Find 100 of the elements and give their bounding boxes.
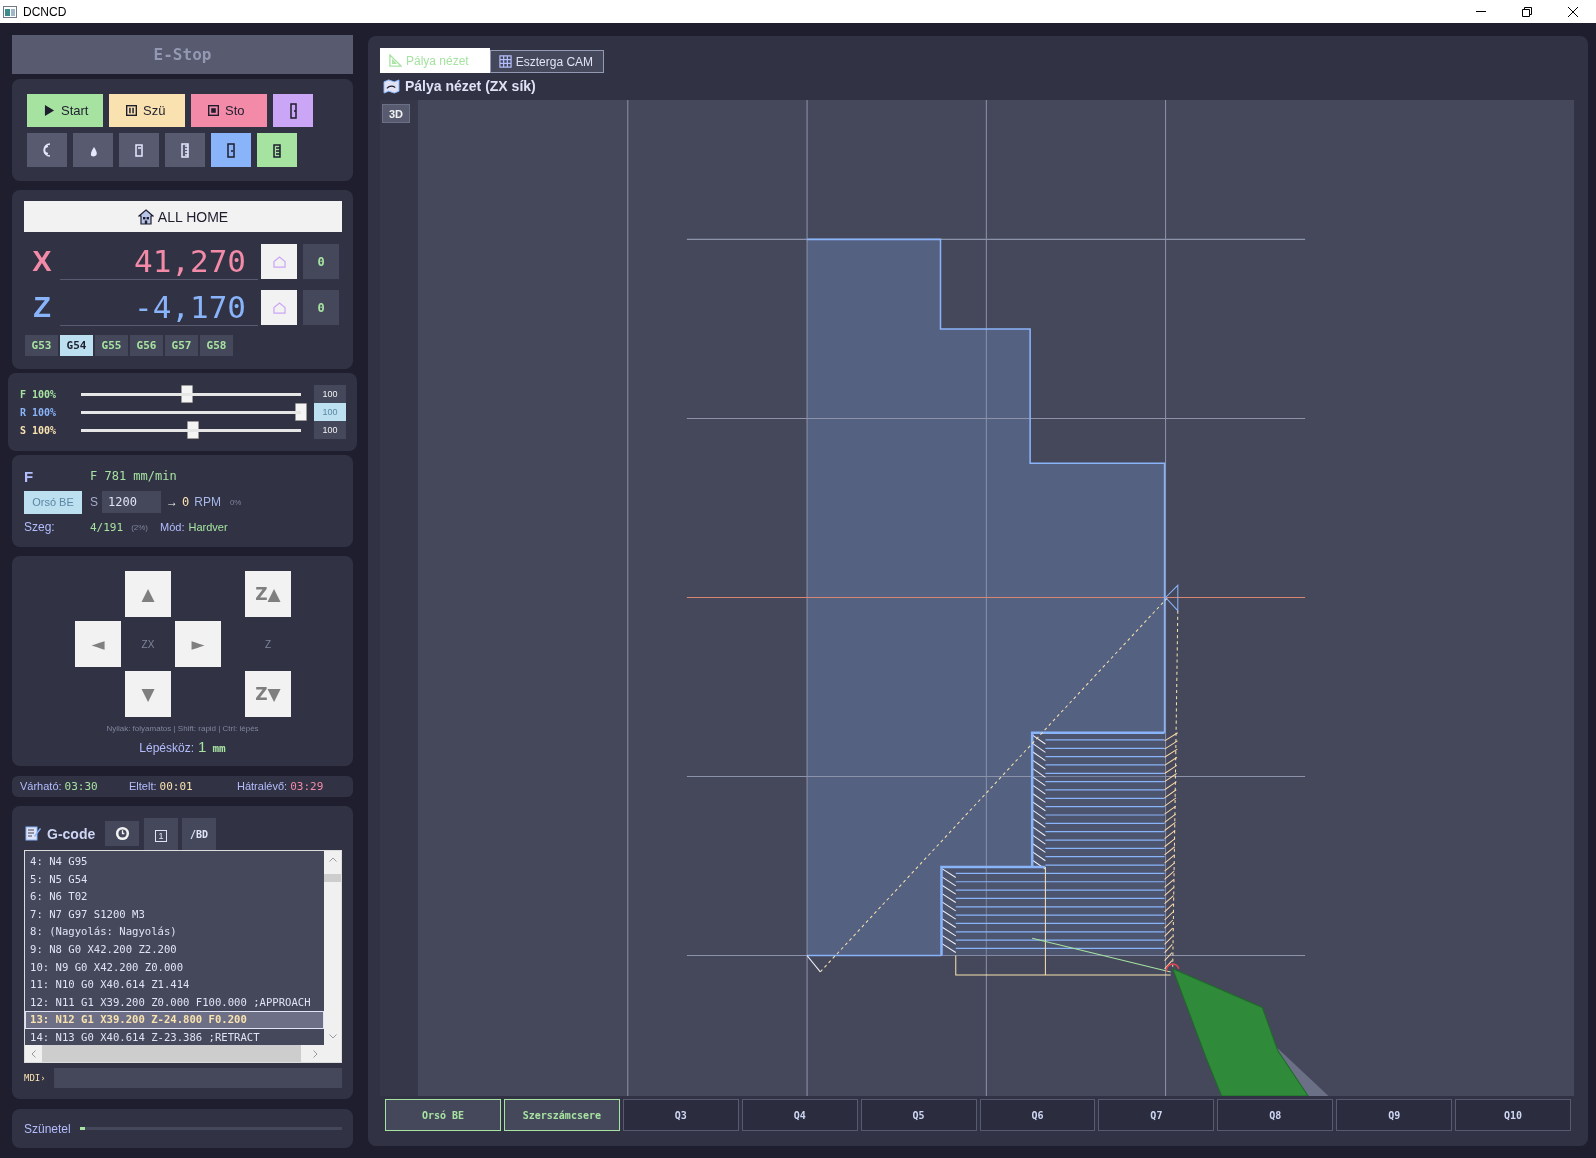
view-title: Pálya nézet (ZX sík) bbox=[405, 78, 536, 94]
work-offset-button[interactable]: G55 bbox=[95, 335, 128, 356]
quick-button[interactable]: Q7 bbox=[1098, 1099, 1215, 1131]
play-icon bbox=[44, 105, 55, 116]
slider-thumb[interactable] bbox=[180, 384, 193, 403]
page-icon bbox=[134, 142, 144, 158]
zero-axis-button[interactable]: 0 bbox=[303, 290, 339, 325]
map-icon bbox=[383, 78, 400, 94]
jog-button[interactable]: ► bbox=[175, 621, 221, 667]
tool-button[interactable] bbox=[165, 133, 205, 167]
tool-button[interactable] bbox=[211, 133, 251, 167]
jog-button[interactable]: Z▼ bbox=[245, 671, 291, 717]
code-line[interactable]: 8: (Nagyolás: Nagyolás) bbox=[25, 923, 324, 941]
ruler-icon bbox=[180, 142, 190, 158]
quick-button[interactable]: Orsó BE bbox=[385, 1099, 501, 1131]
tool-button[interactable] bbox=[73, 133, 113, 167]
code-line[interactable]: 6: N6 T02 bbox=[25, 888, 324, 906]
jog-hint: Nyilak: folyamatos | Shift: rapid | Ctrl: lépés bbox=[106, 724, 259, 733]
quick-button[interactable]: Q10 bbox=[1455, 1099, 1572, 1131]
minimize-icon bbox=[1476, 11, 1486, 12]
slider-thumb[interactable] bbox=[187, 420, 200, 439]
segment-label: Szeg: bbox=[24, 520, 56, 534]
tool-button[interactable] bbox=[257, 133, 297, 167]
work-offset-button[interactable]: G54 bbox=[60, 335, 93, 356]
quick-button[interactable]: Q9 bbox=[1336, 1099, 1453, 1131]
all-home-button[interactable]: ALL HOME bbox=[24, 201, 342, 232]
work-offset-button[interactable]: G53 bbox=[25, 335, 58, 356]
zero-axis-button[interactable]: 0 bbox=[303, 244, 339, 279]
work-offset-button[interactable]: G56 bbox=[130, 335, 163, 356]
tool-button[interactable] bbox=[27, 133, 67, 167]
chevron-right-icon bbox=[313, 1049, 318, 1058]
vertical-scrollbar[interactable] bbox=[324, 851, 341, 1045]
tool-button[interactable] bbox=[119, 133, 159, 167]
block-delete-button[interactable]: /BD bbox=[182, 818, 216, 850]
code-line[interactable]: 12: N11 G1 X39.200 Z0.000 F100.000 ;APPROACH bbox=[25, 993, 324, 1012]
notepad-icon bbox=[25, 825, 41, 841]
view-tab[interactable]: Eszterga CAM bbox=[489, 50, 605, 73]
house-outline-icon bbox=[272, 255, 286, 268]
segment-count: 4/191 bbox=[90, 520, 124, 534]
step-label: Lépésköz: bbox=[139, 741, 195, 755]
grid-icon bbox=[498, 55, 512, 68]
code-line[interactable]: 4: N4 G95 bbox=[25, 853, 324, 871]
line-number-button[interactable]: 1 bbox=[144, 818, 178, 850]
house-outline-icon bbox=[272, 301, 286, 314]
quick-button[interactable]: Q4 bbox=[741, 1099, 858, 1131]
window-title: DCNCD bbox=[23, 4, 67, 19]
code-line[interactable]: 11: N10 G0 X40.614 Z1.414 bbox=[25, 976, 324, 994]
override-label: F 100% bbox=[20, 388, 58, 400]
feed-rate: F 781 mm/min bbox=[90, 469, 177, 483]
restore-icon bbox=[1522, 6, 1532, 17]
axis-position: -4,170 bbox=[60, 289, 258, 326]
scrollbar-thumb[interactable] bbox=[324, 874, 341, 882]
axis-label: Z bbox=[32, 291, 52, 324]
work-offset-button[interactable]: G57 bbox=[165, 335, 198, 356]
time-label: Várható: bbox=[20, 780, 62, 792]
time-label: Hátralévő: bbox=[237, 780, 288, 792]
code-line[interactable]: 14: N13 G0 X40.614 Z-23.386 ;RETRACT bbox=[25, 1028, 324, 1045]
quick-button[interactable]: Q8 bbox=[1217, 1099, 1334, 1131]
code-line[interactable]: 7: N7 G97 S1200 M3 bbox=[25, 905, 324, 924]
quick-button[interactable]: Q5 bbox=[860, 1099, 977, 1131]
machine-state: Szünetel bbox=[24, 1121, 71, 1136]
override-value-field[interactable]: 100 bbox=[314, 385, 346, 403]
panel-title: G-code bbox=[47, 826, 97, 842]
spindle-speed-field[interactable]: 1200 bbox=[102, 491, 161, 513]
code-line[interactable]: 5: N5 G54 bbox=[25, 870, 324, 889]
time-value: 00:01 bbox=[159, 780, 193, 793]
jog-button[interactable]: Z▲ bbox=[245, 571, 291, 617]
house-icon bbox=[137, 208, 154, 225]
triangle-ruler-icon bbox=[389, 54, 402, 67]
spindle-label: S bbox=[90, 495, 98, 509]
program-button[interactable]: Sto bbox=[191, 94, 267, 127]
quick-button[interactable]: Q3 bbox=[622, 1099, 739, 1131]
chevron-up-icon bbox=[328, 857, 337, 862]
slider-thumb[interactable] bbox=[295, 402, 307, 421]
close-icon bbox=[1568, 6, 1578, 17]
mode-label: Mód: bbox=[160, 521, 185, 533]
rpm-unit: RPM bbox=[194, 495, 221, 509]
time-value: 03:30 bbox=[64, 780, 98, 793]
code-line[interactable]: 9: N8 G0 X42.200 Z2.200 bbox=[25, 940, 324, 959]
override-value-field[interactable]: 100 bbox=[314, 421, 346, 439]
3d-view-button[interactable]: 3D bbox=[382, 104, 410, 123]
code-line[interactable]: 10: N9 G0 X42.200 Z0.000 bbox=[25, 958, 324, 977]
quick-button[interactable]: Q6 bbox=[979, 1099, 1096, 1131]
door-icon bbox=[289, 102, 297, 119]
pause-icon bbox=[126, 105, 137, 116]
jog-button[interactable]: ◄ bbox=[75, 621, 121, 667]
chevron-left-icon bbox=[31, 1049, 36, 1058]
mdi-label: MDI› bbox=[24, 1073, 47, 1083]
quick-button[interactable]: Szerszámcsere bbox=[503, 1099, 620, 1131]
program-button[interactable] bbox=[273, 94, 313, 127]
override-label: S 100% bbox=[20, 424, 58, 436]
override-label: R 100% bbox=[20, 406, 58, 418]
program-button[interactable]: Szü bbox=[109, 94, 185, 127]
work-offset-button[interactable]: G58 bbox=[200, 335, 233, 356]
ruler-icon bbox=[272, 142, 282, 158]
jog-button[interactable]: ▼ bbox=[125, 671, 171, 717]
jog-button[interactable]: ▲ bbox=[125, 571, 171, 617]
axis-pair-label: ZX bbox=[141, 638, 155, 650]
program-button[interactable]: Start bbox=[27, 94, 103, 127]
clock-button[interactable] bbox=[105, 821, 139, 846]
